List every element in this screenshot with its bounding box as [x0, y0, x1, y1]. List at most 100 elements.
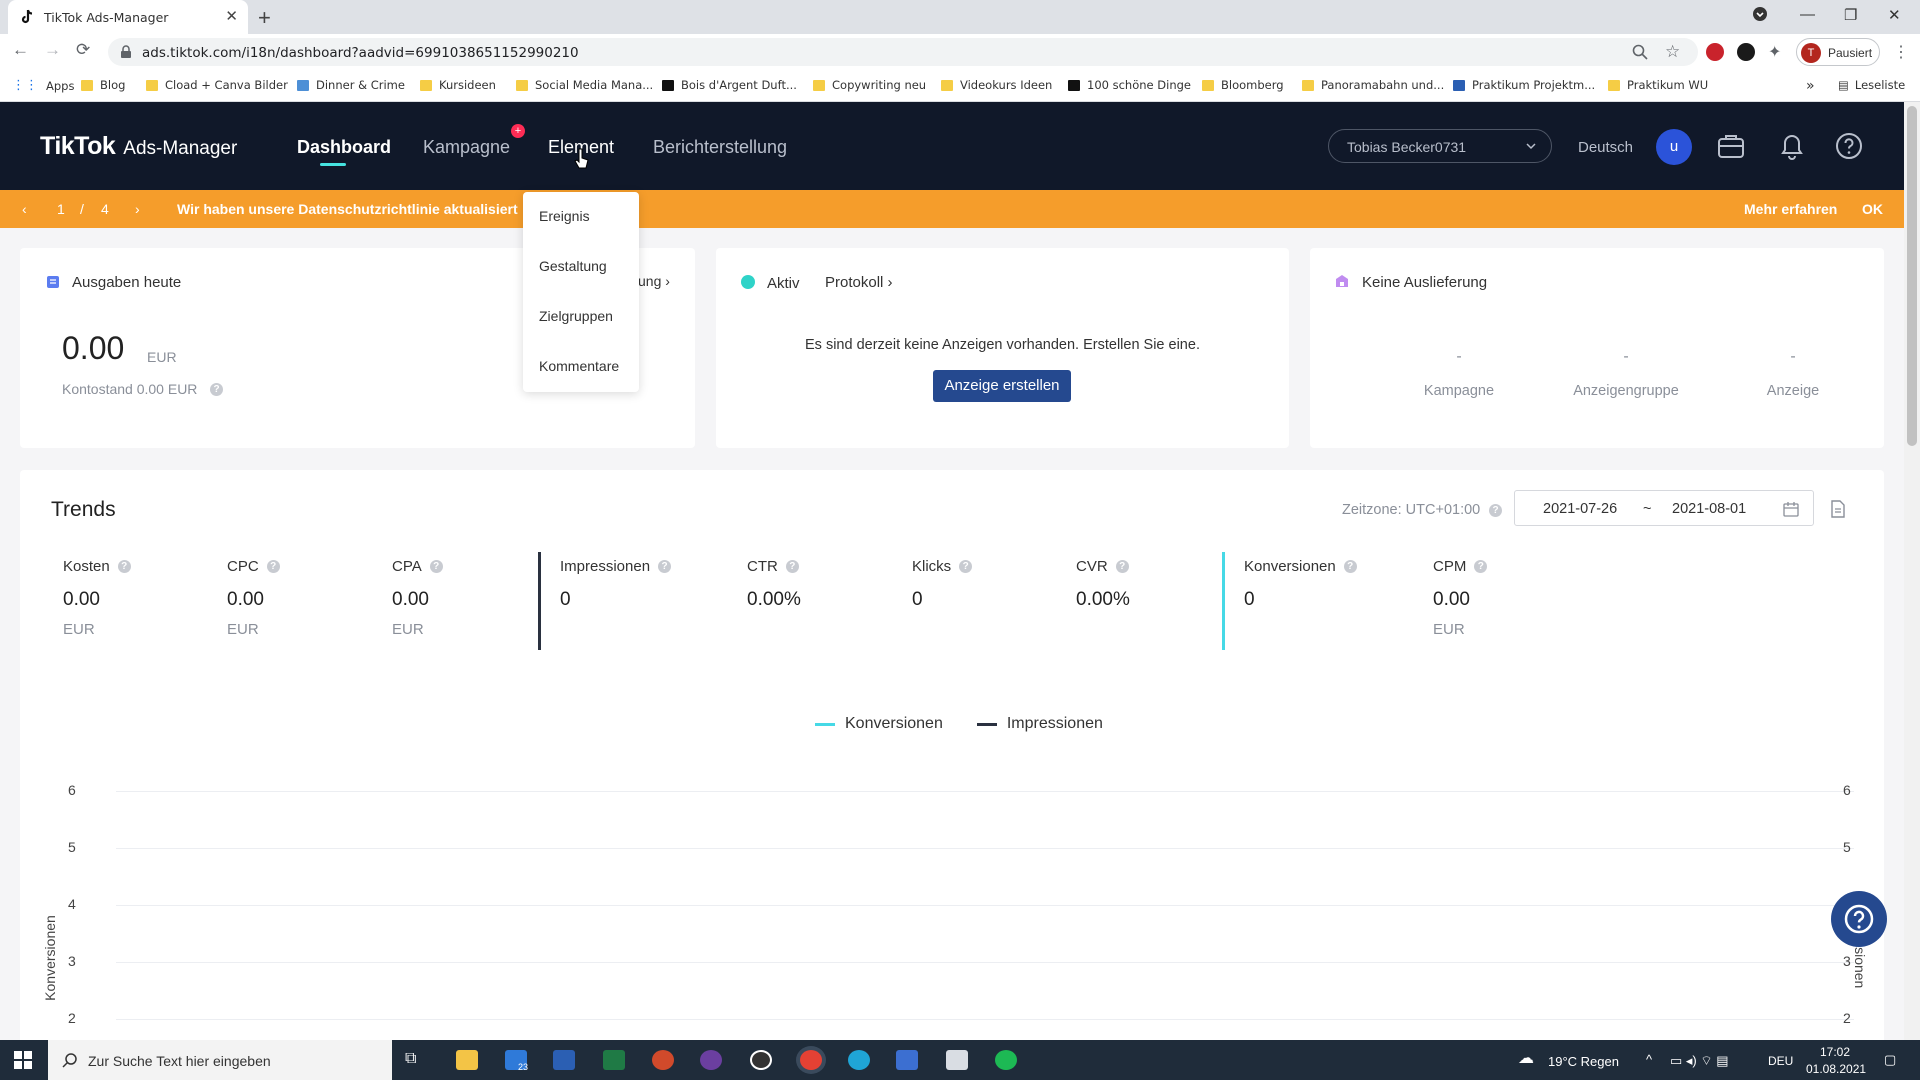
bookmark-item[interactable]: Panoramabahn und...: [1302, 78, 1444, 92]
nav-kampagne[interactable]: Kampagne: [423, 137, 510, 158]
metric-cpa[interactable]: CPA? 0.00 EUR: [392, 558, 443, 638]
user-avatar[interactable]: u: [1656, 129, 1692, 165]
spend-card-link[interactable]: ung ›: [638, 273, 670, 289]
forward-icon[interactable]: →: [44, 40, 61, 60]
browser-menu-icon[interactable]: ⋮: [1893, 42, 1909, 62]
reading-list[interactable]: ▤ Leseliste: [1838, 78, 1905, 92]
tab-close-icon[interactable]: ✕: [225, 7, 238, 25]
powerpoint-icon[interactable]: [652, 1050, 674, 1070]
spotify-icon[interactable]: [995, 1050, 1017, 1070]
notifications-icon[interactable]: ▢: [1884, 1052, 1896, 1068]
info-icon[interactable]: ?: [210, 383, 223, 396]
back-icon[interactable]: ←: [12, 40, 29, 60]
bookmark-item[interactable]: Blog: [81, 78, 125, 92]
task-view-icon[interactable]: ⧉: [405, 1050, 427, 1070]
export-file-icon[interactable]: [1830, 500, 1846, 518]
url-text: ads.tiktok.com/i18n/dashboard?aadvid=699…: [142, 45, 579, 61]
metric-klicks[interactable]: Klicks? 0: [912, 558, 973, 611]
excel-icon[interactable]: [603, 1050, 625, 1070]
bookmark-item[interactable]: Bois d'Argent Duft...: [662, 78, 797, 92]
bookmark-item[interactable]: Social Media Mana...: [516, 78, 653, 92]
metric-cpc[interactable]: CPC? 0.00 EUR: [227, 558, 280, 638]
scrollbar-thumb[interactable]: [1907, 106, 1917, 446]
bookmark-apps[interactable]: ⋮⋮ Apps: [12, 78, 74, 93]
new-tab-icon[interactable]: +: [258, 5, 271, 31]
help-circle-icon[interactable]: [1834, 131, 1864, 161]
legend-label-konversionen[interactable]: Konversionen: [845, 715, 943, 733]
legend-label-impressionen[interactable]: Impressionen: [1007, 715, 1103, 733]
banner-next-icon[interactable]: ›: [135, 201, 140, 217]
minimize-icon[interactable]: —: [1800, 6, 1815, 23]
app-icon[interactable]: [946, 1050, 968, 1070]
app-icon[interactable]: [700, 1050, 722, 1070]
metric-cvr[interactable]: CVR? 0.00%: [1076, 558, 1130, 611]
word-icon[interactable]: [553, 1050, 575, 1070]
app-icon[interactable]: [896, 1050, 918, 1070]
tab-search-icon[interactable]: [1752, 6, 1768, 22]
reload-icon[interactable]: ⟳: [76, 40, 90, 60]
window-close-icon[interactable]: ✕: [1888, 6, 1901, 24]
input-language[interactable]: DEU: [1768, 1054, 1793, 1068]
timezone-label: Zeitzone: UTC+01:00: [1342, 502, 1481, 518]
chrome-icon[interactable]: [800, 1050, 822, 1070]
metric-cpm[interactable]: CPM? 0.00 EUR: [1433, 558, 1488, 638]
language-selector[interactable]: Deutsch: [1578, 139, 1633, 156]
menu-item-kommentare[interactable]: Kommentare: [539, 358, 619, 374]
page-scrollbar[interactable]: [1904, 102, 1920, 1040]
create-ad-button[interactable]: Anzeige erstellen: [933, 370, 1071, 402]
tray-icons[interactable]: ▭ ◂) ⌔ ▤: [1670, 1053, 1728, 1069]
date-to[interactable]: 2021-08-01: [1672, 501, 1746, 517]
menu-item-gestaltung[interactable]: Gestaltung: [539, 258, 607, 274]
clock-time[interactable]: 17:02: [1820, 1045, 1850, 1059]
account-selector[interactable]: Tobias Becker0731: [1328, 129, 1552, 163]
extensions-puzzle-icon[interactable]: ✦: [1768, 42, 1781, 62]
clock-date[interactable]: 01.08.2021: [1806, 1062, 1866, 1076]
nav-berichterstellung[interactable]: Berichterstellung: [653, 137, 787, 158]
bookmarks-overflow-icon[interactable]: »: [1806, 78, 1815, 94]
bookmark-item[interactable]: Praktikum WU: [1608, 78, 1708, 92]
bookmark-item[interactable]: 100 schöne Dinge: [1068, 78, 1191, 92]
nav-dashboard[interactable]: Dashboard: [297, 137, 391, 158]
timezone-info-icon[interactable]: ?: [1489, 504, 1502, 517]
metric-konversionen[interactable]: Konversionen? 0: [1244, 558, 1357, 611]
date-from[interactable]: 2021-07-26: [1543, 501, 1617, 517]
maximize-icon[interactable]: ❐: [1844, 6, 1857, 24]
address-bar[interactable]: ads.tiktok.com/i18n/dashboard?aadvid=699…: [108, 38, 1698, 66]
file-explorer-icon[interactable]: [456, 1050, 478, 1070]
bookmark-item[interactable]: Dinner & Crime: [297, 78, 405, 92]
weather-text[interactable]: 19°C Regen: [1548, 1054, 1619, 1069]
bookmark-item[interactable]: Bloomberg: [1202, 78, 1284, 92]
banner-prev-icon[interactable]: ‹: [22, 201, 27, 217]
menu-item-ereignis[interactable]: Ereignis: [539, 208, 590, 224]
notifications-bell-icon[interactable]: [1778, 131, 1806, 161]
protokoll-link[interactable]: Protokoll ›: [825, 274, 893, 291]
star-icon[interactable]: ☆: [1665, 42, 1680, 62]
tiktok-logo[interactable]: TikTok Ads-Manager: [40, 132, 237, 161]
banner-ok-button[interactable]: OK: [1862, 201, 1883, 217]
toolbox-icon[interactable]: [1716, 131, 1746, 161]
taskbar-search[interactable]: Zur Suche Text hier eingeben: [48, 1040, 392, 1080]
bookmark-item[interactable]: Cload + Canva Bilder: [146, 78, 288, 92]
grammarly-extension-icon[interactable]: [1737, 43, 1755, 61]
metric-ctr[interactable]: CTR? 0.00%: [747, 558, 801, 611]
y-tick-left: 3: [68, 953, 76, 969]
windows-start-icon[interactable]: [14, 1051, 32, 1069]
calendar-icon[interactable]: [1783, 501, 1799, 517]
zoom-icon[interactable]: [1632, 44, 1648, 60]
browser-tab[interactable]: TikTok Ads-Manager ✕: [8, 0, 248, 34]
date-range-picker[interactable]: 2021-07-26 ~ 2021-08-01: [1514, 490, 1814, 526]
edge-icon[interactable]: [848, 1050, 870, 1070]
menu-item-zielgruppen[interactable]: Zielgruppen: [539, 308, 613, 324]
profile-button[interactable]: T Pausiert: [1796, 38, 1880, 66]
bookmark-item[interactable]: Praktikum Projektm...: [1453, 78, 1595, 92]
floating-help-button[interactable]: [1831, 891, 1887, 947]
bookmark-item[interactable]: Copywriting neu: [813, 78, 926, 92]
banner-learn-more-link[interactable]: Mehr erfahren: [1744, 201, 1837, 217]
metric-impressionen[interactable]: Impressionen? 0: [560, 558, 672, 611]
tray-chevron-icon[interactable]: ^: [1646, 1052, 1652, 1067]
metric-kosten[interactable]: Kosten? 0.00 EUR: [63, 558, 131, 638]
bookmark-item[interactable]: Kursideen: [420, 78, 496, 92]
bookmark-item[interactable]: Videokurs Ideen: [941, 78, 1052, 92]
obs-icon[interactable]: [750, 1050, 772, 1070]
adblock-extension-icon[interactable]: [1706, 43, 1724, 61]
